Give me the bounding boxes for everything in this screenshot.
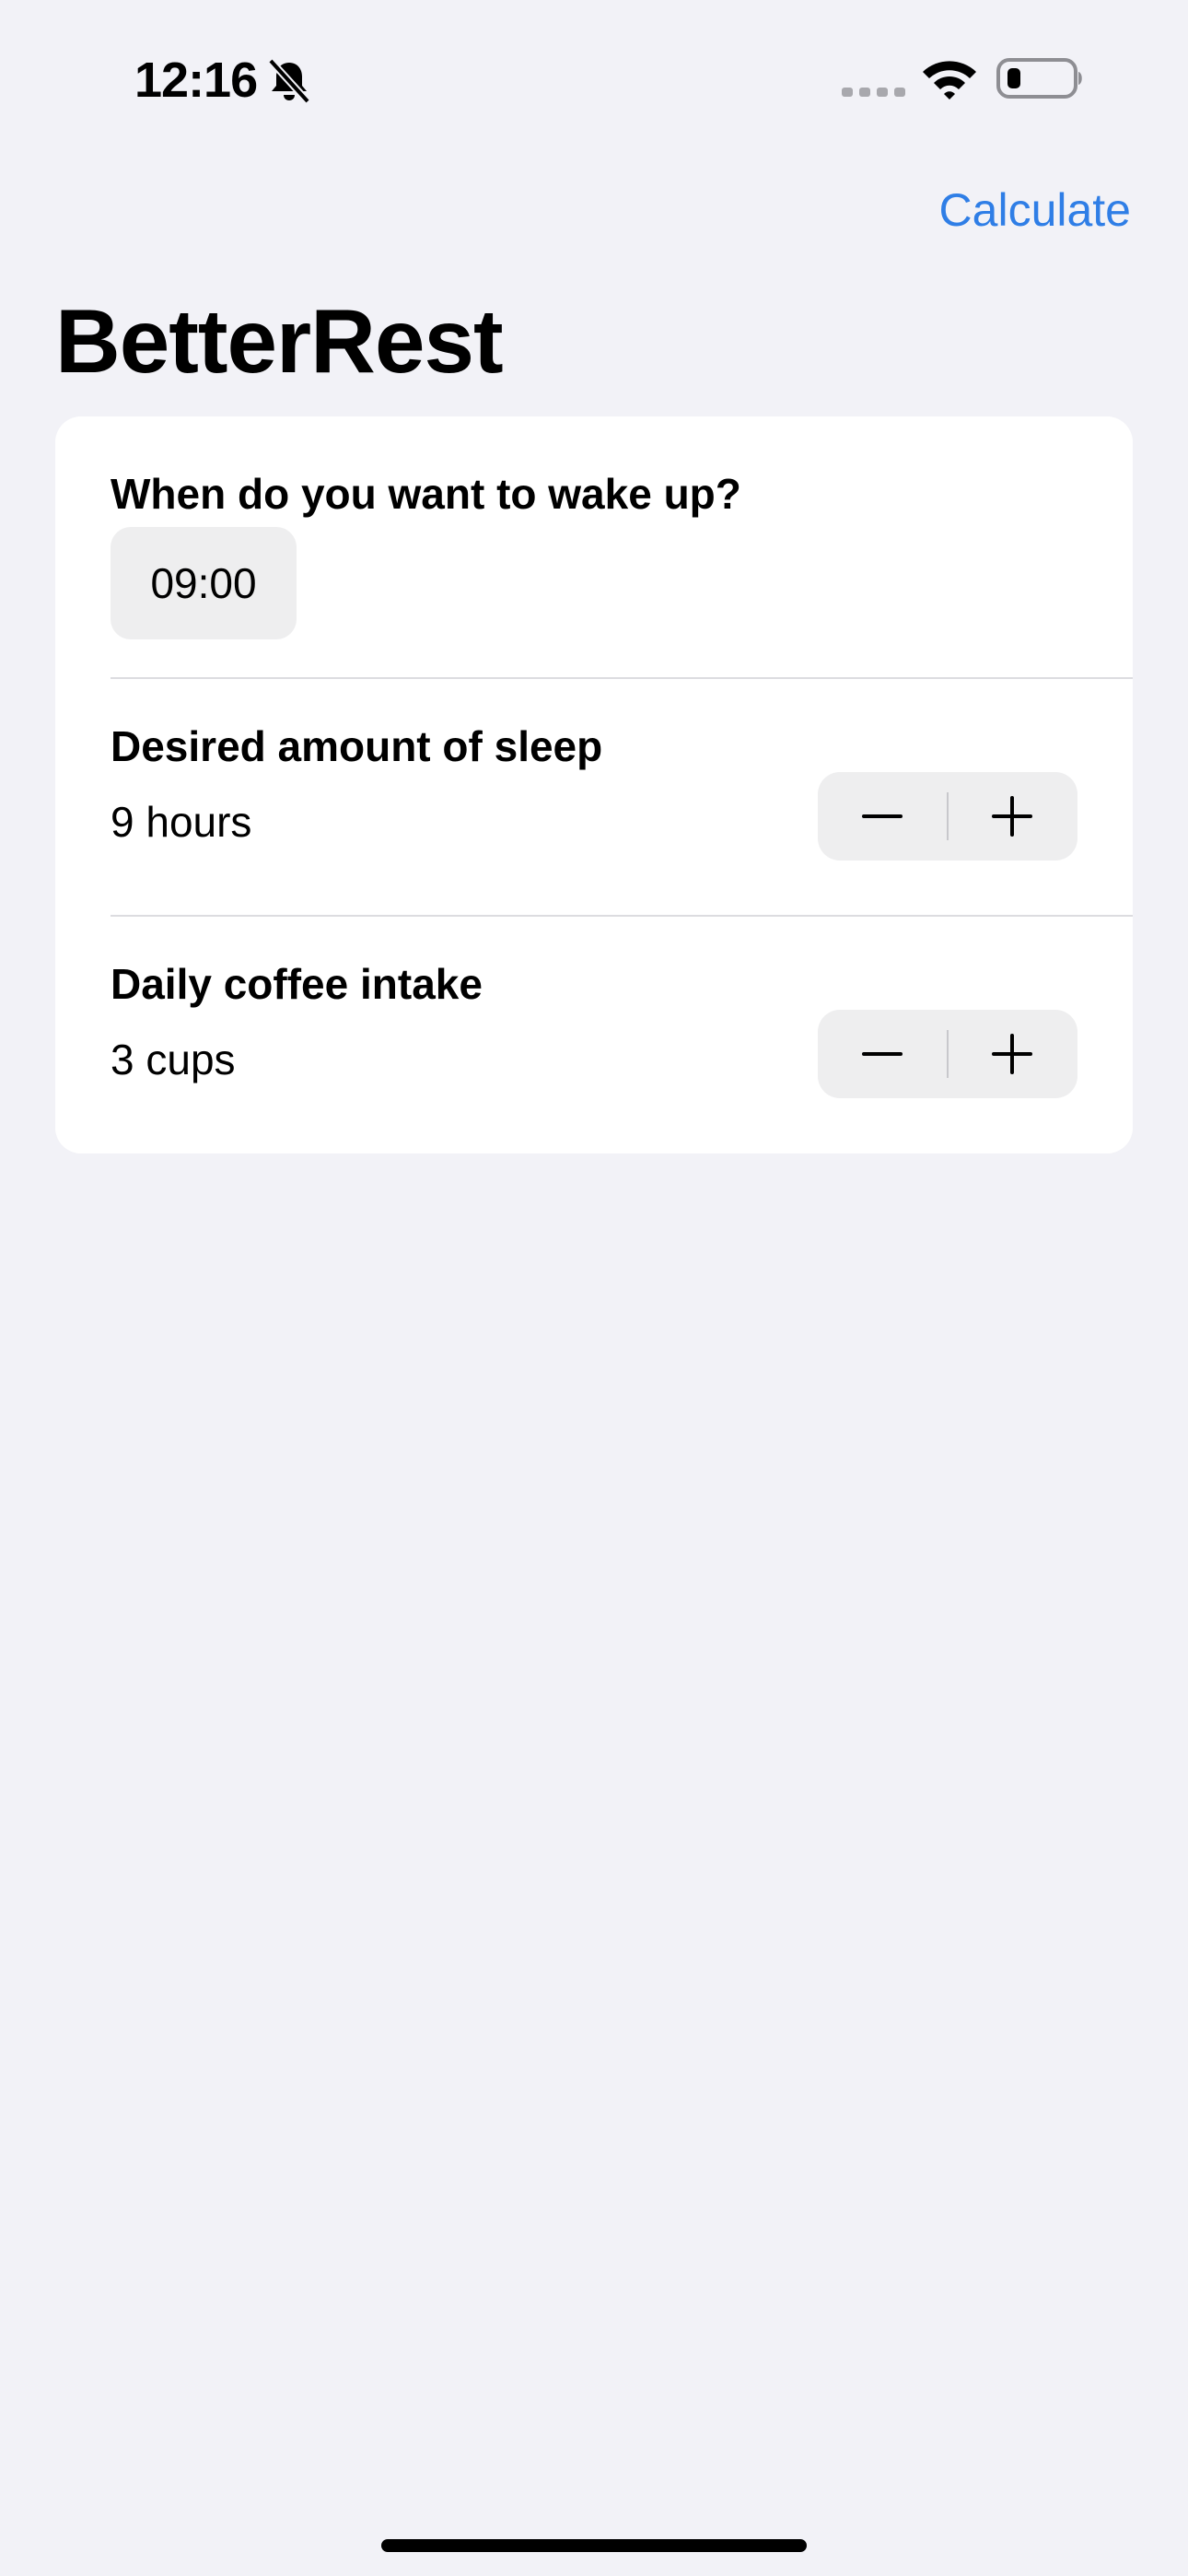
plus-icon [992,1034,1032,1074]
sleep-amount-section: Desired amount of sleep 9 hours [55,678,1133,916]
sleep-amount-stepper [818,772,1077,861]
coffee-intake-label: Daily coffee intake [111,960,483,1008]
bell-slash-icon [268,58,310,104]
battery-low-icon [996,58,1082,99]
coffee-intake-stepper [818,1010,1077,1098]
minus-icon [862,1052,903,1056]
cellular-signal-icon [842,88,905,97]
wake-up-time-picker[interactable]: 09:00 [111,527,297,639]
home-indicator[interactable] [381,2539,807,2552]
plus-icon [992,796,1032,837]
wifi-icon [923,61,976,100]
page-title: BetterRest [55,290,504,392]
status-time: 12:16 [134,53,258,108]
settings-form: When do you want to wake up? 09:00 Desir… [55,416,1133,1153]
coffee-intake-value: 3 cups [111,1036,236,1083]
sleep-amount-value: 9 hours [111,798,252,846]
coffee-increment-button[interactable] [948,1010,1077,1098]
coffee-intake-section: Daily coffee intake 3 cups [55,916,1133,1153]
coffee-decrement-button[interactable] [818,1010,948,1098]
wake-up-section: When do you want to wake up? 09:00 [55,416,1133,678]
sleep-amount-label: Desired amount of sleep [111,722,603,770]
status-bar: 12:16 [0,0,1188,157]
sleep-increment-button[interactable] [948,772,1077,861]
minus-icon [862,814,903,818]
wake-up-label: When do you want to wake up? [111,470,741,518]
sleep-decrement-button[interactable] [818,772,948,861]
calculate-button[interactable]: Calculate [939,181,1131,240]
